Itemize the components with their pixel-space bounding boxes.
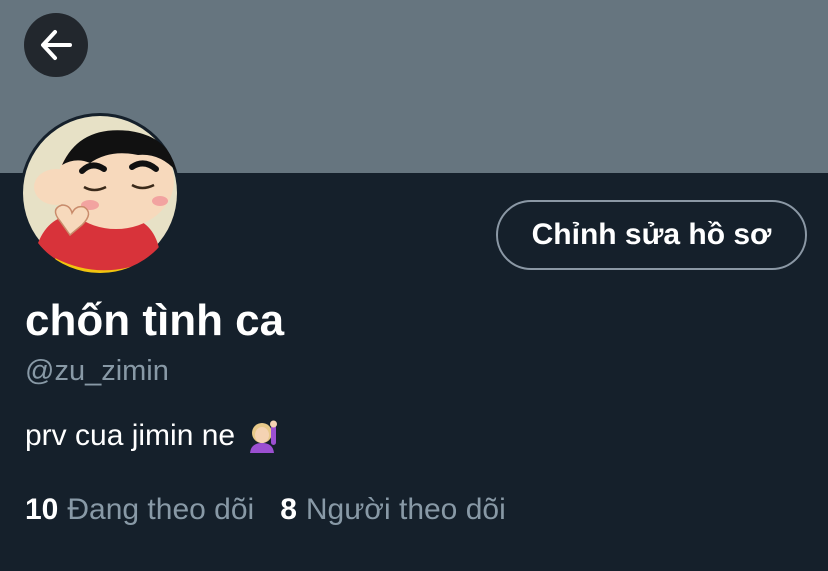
cartoon-avatar-image <box>23 116 177 273</box>
followers-count: 8 <box>280 493 297 526</box>
edit-profile-button[interactable]: Chỉnh sửa hồ sơ <box>496 200 807 270</box>
follow-stats: 10 Đang theo dõi 8 Người theo dõi <box>25 490 506 530</box>
following-label: Đang theo dõi <box>67 493 255 526</box>
followers-label: Người theo dõi <box>305 493 506 526</box>
following-count: 10 <box>25 493 59 526</box>
avatar[interactable] <box>20 113 180 273</box>
followers-link[interactable]: 8 Người theo dõi <box>280 490 506 530</box>
display-name: chốn tình ca <box>25 296 285 345</box>
username-handle: @zu_zimin <box>25 355 169 387</box>
arrow-left-icon <box>41 30 72 60</box>
person-raising-hand-emoji-icon <box>250 420 278 453</box>
bio: prv cua jimin ne <box>25 416 281 456</box>
following-link[interactable]: 10 Đang theo dõi <box>25 490 254 530</box>
bio-text: prv cua jimin ne <box>25 419 236 452</box>
back-button[interactable] <box>24 13 88 77</box>
